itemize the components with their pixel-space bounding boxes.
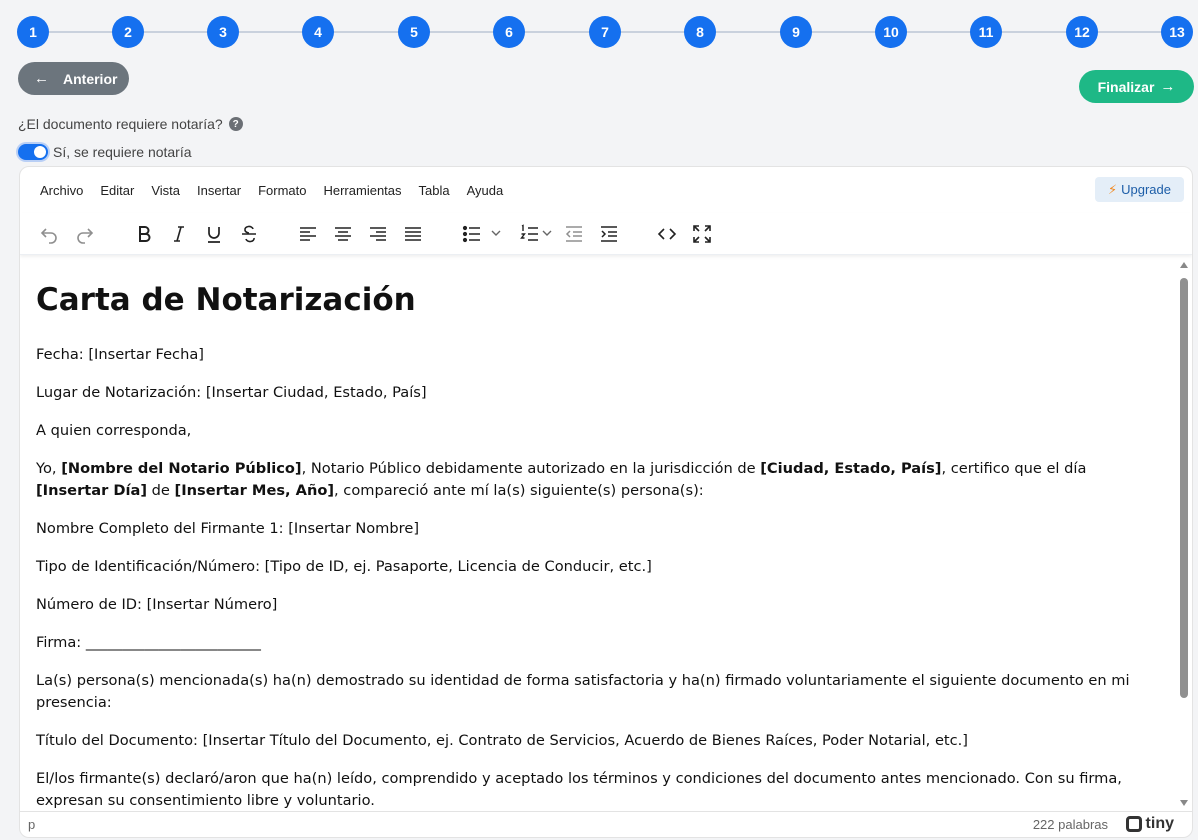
undo-icon[interactable] <box>36 221 62 247</box>
scroll-thumb[interactable] <box>1180 278 1188 698</box>
step-11[interactable]: 11 <box>970 16 1002 48</box>
step-2[interactable]: 2 <box>112 16 144 48</box>
arrow-left-icon: ← <box>34 70 49 87</box>
step-10[interactable]: 10 <box>875 16 907 48</box>
align-center-icon[interactable] <box>330 221 356 247</box>
document-title: Carta de Notarización <box>36 282 416 318</box>
paragraph-intro: Yo, [Nombre del Notario Público], Notari… <box>36 458 1162 502</box>
step-7[interactable]: 7 <box>589 16 621 48</box>
menu-archivo[interactable]: Archivo <box>32 179 91 202</box>
month-year-placeholder: [Insertar Mes, Año] <box>174 482 335 499</box>
step-13[interactable]: 13 <box>1161 16 1193 48</box>
arrow-right-icon: → <box>1160 78 1176 95</box>
paragraph-fecha: Fecha: [Insertar Fecha] <box>36 346 204 363</box>
day-placeholder: [Insertar Día] <box>36 482 148 499</box>
tiny-logo-text: tiny <box>1145 815 1174 832</box>
underline-icon[interactable] <box>201 221 227 247</box>
paragraph-numero-id: Número de ID: [Insertar Número] <box>36 596 278 613</box>
step-4[interactable]: 4 <box>302 16 334 48</box>
editor-statusbar: p 222 palabras tiny <box>20 811 1192 837</box>
strikethrough-icon[interactable] <box>236 221 262 247</box>
previous-button-label: Anterior <box>63 70 118 87</box>
notary-toggle-label: Sí, se requiere notaría <box>53 144 192 160</box>
stepper: 1 2 3 4 5 6 7 8 9 10 11 12 13 <box>0 16 1198 48</box>
align-justify-icon[interactable] <box>400 221 426 247</box>
finish-button-label: Finalizar <box>1097 78 1155 95</box>
step-3[interactable]: 3 <box>207 16 239 48</box>
step-6[interactable]: 6 <box>493 16 525 48</box>
help-icon[interactable]: ? <box>228 117 243 131</box>
bullet-list-chevron-icon[interactable] <box>490 227 502 239</box>
tiny-logo[interactable]: tiny <box>1125 815 1174 833</box>
notary-toggle[interactable] <box>18 144 48 160</box>
upgrade-button-label: Upgrade <box>1121 182 1171 197</box>
numbered-list-chevron-icon[interactable] <box>541 227 553 239</box>
menu-editar[interactable]: Editar <box>92 179 142 202</box>
numbered-list-icon[interactable] <box>517 221 543 247</box>
editor-scrollbar[interactable] <box>1176 256 1192 812</box>
menu-formato[interactable]: Formato <box>250 179 314 202</box>
paragraph-lugar: Lugar de Notarización: [Insertar Ciudad,… <box>36 384 427 401</box>
redo-icon[interactable] <box>72 221 98 247</box>
jurisdiction-placeholder: [Ciudad, Estado, País] <box>760 460 942 477</box>
menu-insertar[interactable]: Insertar <box>189 179 249 202</box>
step-5[interactable]: 5 <box>398 16 430 48</box>
bullet-list-icon[interactable] <box>459 221 485 247</box>
menu-ayuda[interactable]: Ayuda <box>459 179 512 202</box>
upgrade-button[interactable]: ⚡︎ Upgrade <box>1095 177 1184 202</box>
step-1[interactable]: 1 <box>17 16 49 48</box>
editor-toolbar <box>20 213 1192 255</box>
menu-herramientas[interactable]: Herramientas <box>315 179 409 202</box>
italic-icon[interactable] <box>166 221 192 247</box>
lightning-icon: ⚡︎ <box>1107 181 1118 197</box>
step-12[interactable]: 12 <box>1066 16 1098 48</box>
paragraph-declaracion: El/los firmante(s) declaró/aron que ha(n… <box>36 770 1122 809</box>
intro-text-1: Yo, <box>36 460 62 477</box>
code-icon[interactable] <box>654 221 680 247</box>
intro-text-5: , compareció ante mí la(s) siguiente(s) … <box>334 482 704 499</box>
intro-text-4: de <box>147 482 175 499</box>
editor-menubar: Archivo Editar Vista Insertar Formato He… <box>20 167 1192 213</box>
element-path[interactable]: p <box>28 817 35 832</box>
align-right-icon[interactable] <box>365 221 391 247</box>
tiny-logo-icon <box>1125 816 1142 832</box>
notary-name-placeholder: [Nombre del Notario Público] <box>61 460 302 477</box>
rich-text-editor: Archivo Editar Vista Insertar Formato He… <box>19 166 1193 838</box>
paragraph-titulo-documento: Título del Documento: [Insertar Título d… <box>36 732 969 749</box>
paragraph-nombre: Nombre Completo del Firmante 1: [Inserta… <box>36 520 420 537</box>
scroll-down-arrow-icon[interactable] <box>1180 800 1188 806</box>
menu-vista[interactable]: Vista <box>143 179 188 202</box>
outdent-icon[interactable] <box>561 221 587 247</box>
intro-text-2: , Notario Público debidamente autorizado… <box>301 460 761 477</box>
bold-icon[interactable] <box>131 221 157 247</box>
paragraph-saludo: A quien corresponda, <box>36 422 192 439</box>
editor-content[interactable]: Carta de Notarización Fecha: [Insertar F… <box>20 256 1178 812</box>
step-9[interactable]: 9 <box>780 16 812 48</box>
scroll-up-arrow-icon[interactable] <box>1180 262 1188 268</box>
notary-question-text: ¿El documento requiere notaría? <box>18 116 223 132</box>
step-8[interactable]: 8 <box>684 16 716 48</box>
align-left-icon[interactable] <box>295 221 321 247</box>
indent-icon[interactable] <box>596 221 622 247</box>
word-count[interactable]: 222 palabras <box>1033 817 1108 832</box>
paragraph-tipo-id: Tipo de Identificación/Número: [Tipo de … <box>36 558 652 575</box>
notary-question: ¿El documento requiere notaría? ? <box>18 116 243 132</box>
paragraph-firma: Firma: ________________________ <box>36 634 261 651</box>
fullscreen-icon[interactable] <box>689 221 715 247</box>
intro-text-3: , certifico que el día <box>941 460 1087 477</box>
paragraph-identidad: La(s) persona(s) mencionada(s) ha(n) dem… <box>36 672 1130 711</box>
menu-tabla[interactable]: Tabla <box>411 179 458 202</box>
previous-button[interactable]: ← Anterior <box>18 62 129 95</box>
finish-button[interactable]: Finalizar → <box>1079 70 1194 103</box>
toggle-knob <box>34 146 46 158</box>
notary-toggle-row: Sí, se requiere notaría <box>18 144 192 160</box>
